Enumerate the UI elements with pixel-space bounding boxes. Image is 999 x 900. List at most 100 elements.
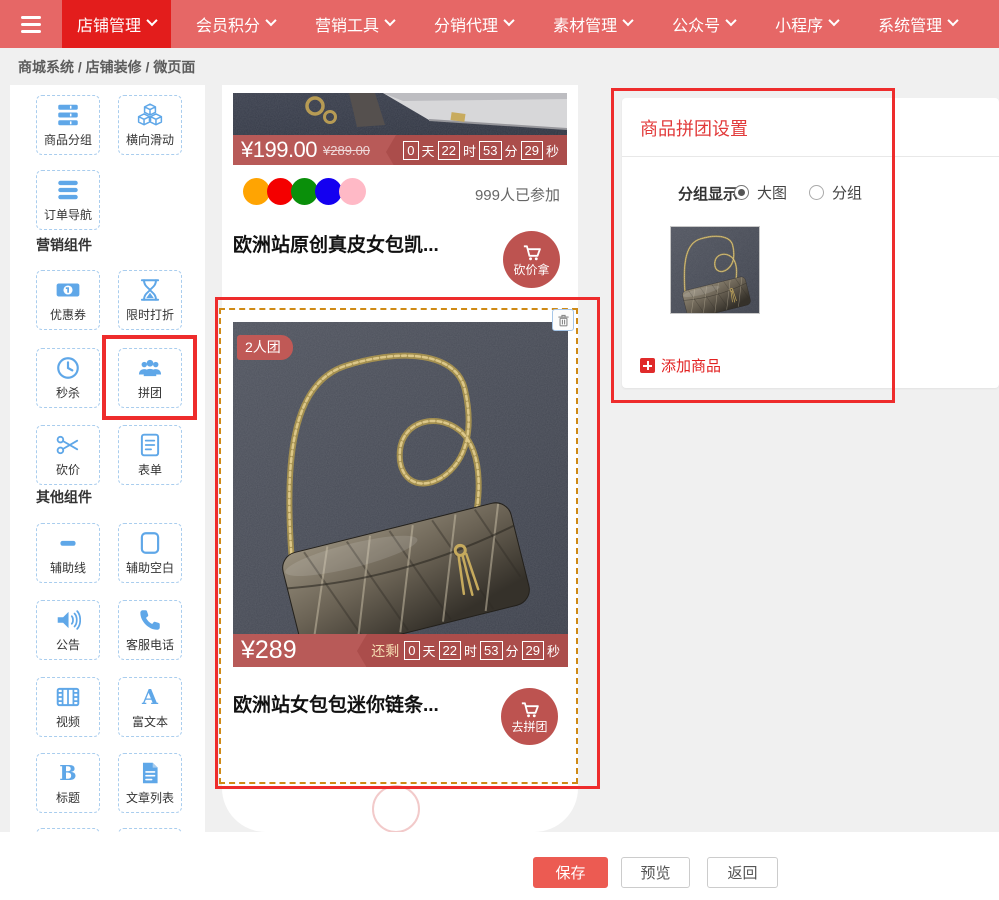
nav-item-marketing-tools[interactable]: 营销工具 [300,0,409,48]
chevron-down-icon [725,15,736,26]
svg-text:A: A [141,685,159,709]
bargain-product-title: 欧洲站原创真皮女包凯... [233,230,439,257]
cart-icon [519,699,540,720]
form-icon [137,432,163,458]
sidebar-item-group-buy[interactable]: 拼团 [118,348,182,408]
sidebar-item-bargain[interactable]: 砍价 [36,425,100,485]
article-list-icon [137,760,163,786]
top-nav: 店铺管理 会员积分 营销工具 分销代理 素材管理 公众号 小程序 系统管理 [0,0,999,48]
sidebar-item-service-phone[interactable]: 客服电话 [118,600,182,660]
chevron-down-icon [384,15,395,26]
page: 店铺管理 会员积分 营销工具 分销代理 素材管理 公众号 小程序 系统管理 商城… [0,0,999,900]
sidebar-item-divider-line[interactable]: 辅助线 [36,523,100,583]
divider-line-icon [55,530,81,556]
group-buy-settings-panel: 商品拼团设置 分组显示 大图 分组 添加商品 [622,98,999,388]
video-icon [55,684,81,710]
group-buy-price: ¥289 [241,636,297,665]
group-buy-button[interactable]: 去拼团 [501,688,558,745]
chevron-down-icon [503,15,514,26]
service-phone-icon [137,607,163,633]
group-buy-product-title: 欧洲站女包包迷你链条... [233,690,439,717]
chevron-down-icon [622,15,633,26]
nav-item-distribution-agent[interactable]: 分销代理 [419,0,528,48]
sidebar-item-horizontal-slide[interactable]: 横向滑动 [118,95,182,155]
bargain-product-image[interactable] [233,93,567,135]
sidebar-item-partial[interactable] [36,828,100,832]
selected-product-thumbnail[interactable] [670,226,760,314]
sidebar-item-product-group[interactable]: 商品分组 [36,95,100,155]
section-header-other: 其他组件 [36,487,92,507]
blank-space-icon [137,530,163,556]
sidebar-item-blank-space[interactable]: 辅助空白 [118,523,182,583]
group-buy-countdown: 还剩 0天 22时 53分 29秒 [367,634,568,667]
settings-panel-title: 商品拼团设置 [640,115,748,141]
nav-item-official-account[interactable]: 公众号 [657,0,750,48]
hamburger-menu-icon[interactable] [0,0,62,48]
sidebar-item-video[interactable]: 视频 [36,677,100,737]
rich-text-icon: A [137,684,163,710]
clock-icon [55,355,81,381]
nav-item-material-management[interactable]: 素材管理 [538,0,647,48]
divider [622,156,999,157]
breadcrumb: 商城系统 / 店铺装修 / 微页面 [18,57,195,77]
section-header-marketing: 营销组件 [36,235,92,255]
nav-item-shop-management[interactable]: 店铺管理 [62,0,171,48]
avatar [339,178,366,205]
avatar [291,178,318,205]
radio-grouped-label[interactable]: 分组 [832,182,862,203]
display-mode-label: 分组显示 [678,183,738,204]
horizontal-slide-icon [137,102,163,128]
announcement-icon [55,607,81,633]
group-size-badge: 2人团 [237,335,293,360]
component-palette: 商品分组 横向滑动 订单导航 营销组件 优惠券 限时打折 秒杀 拼团 [10,85,205,832]
bargain-price-bar: ¥199.00 ¥289.00 0天 22时 53分 29秒 [233,135,567,165]
avatar [243,178,270,205]
cart-icon [521,242,542,263]
delete-component-button[interactable] [552,309,574,331]
sidebar-item-limited-discount[interactable]: 限时打折 [118,270,182,330]
radio-large-image-label[interactable]: 大图 [757,182,787,203]
avatar [267,178,294,205]
add-product-button[interactable]: 添加商品 [640,355,721,376]
radio-grouped[interactable] [809,185,824,200]
bargain-original-price: ¥289.00 [323,143,370,158]
chevron-down-icon [828,15,839,26]
bargain-price: ¥199.00 [241,137,317,163]
sidebar-item-heading[interactable]: B 标题 [36,753,100,813]
chevron-down-icon [947,15,958,26]
group-buy-icon [137,355,163,381]
group-buy-product-image[interactable] [233,322,568,634]
nav-item-system-management[interactable]: 系统管理 [863,0,972,48]
order-nav-icon [55,177,81,203]
sidebar-item-flash-sale[interactable]: 秒杀 [36,348,100,408]
footer-bar: 保存 预览 返回 [0,832,999,900]
sidebar-item-form[interactable]: 表单 [118,425,182,485]
sidebar-item-order-nav[interactable]: 订单导航 [36,170,100,230]
scissors-icon [55,432,81,458]
back-button[interactable]: 返回 [707,857,778,888]
phone-home-indicator [372,785,420,832]
chevron-down-icon [146,15,157,26]
nav-item-mini-program[interactable]: 小程序 [760,0,853,48]
sidebar-item-coupon[interactable]: 优惠券 [36,270,100,330]
bargain-countdown: 0天 22时 53分 29秒 [396,135,567,165]
preview-button[interactable]: 预览 [621,857,690,888]
hourglass-icon [137,277,163,303]
nav-item-member-points[interactable]: 会员积分 [181,0,290,48]
trash-icon [556,313,571,328]
coupon-icon [55,277,81,303]
bargain-button[interactable]: 砍价拿 [503,231,560,288]
sidebar-item-announcement[interactable]: 公告 [36,600,100,660]
save-button[interactable]: 保存 [533,857,608,888]
participant-avatars [243,178,363,205]
sidebar-item-partial[interactable] [118,828,182,832]
group-buy-price-bar: ¥289 还剩 0天 22时 53分 29秒 [233,634,568,667]
avatar [315,178,342,205]
sidebar-item-rich-text[interactable]: A 富文本 [118,677,182,737]
svg-text:B: B [59,761,76,785]
sidebar-item-article-list[interactable]: 文章列表 [118,753,182,813]
participants-count: 999人已参加 [475,184,560,205]
radio-large-image[interactable] [734,185,749,200]
display-mode-options: 大图 分组 [734,182,876,203]
plus-icon [640,358,655,373]
